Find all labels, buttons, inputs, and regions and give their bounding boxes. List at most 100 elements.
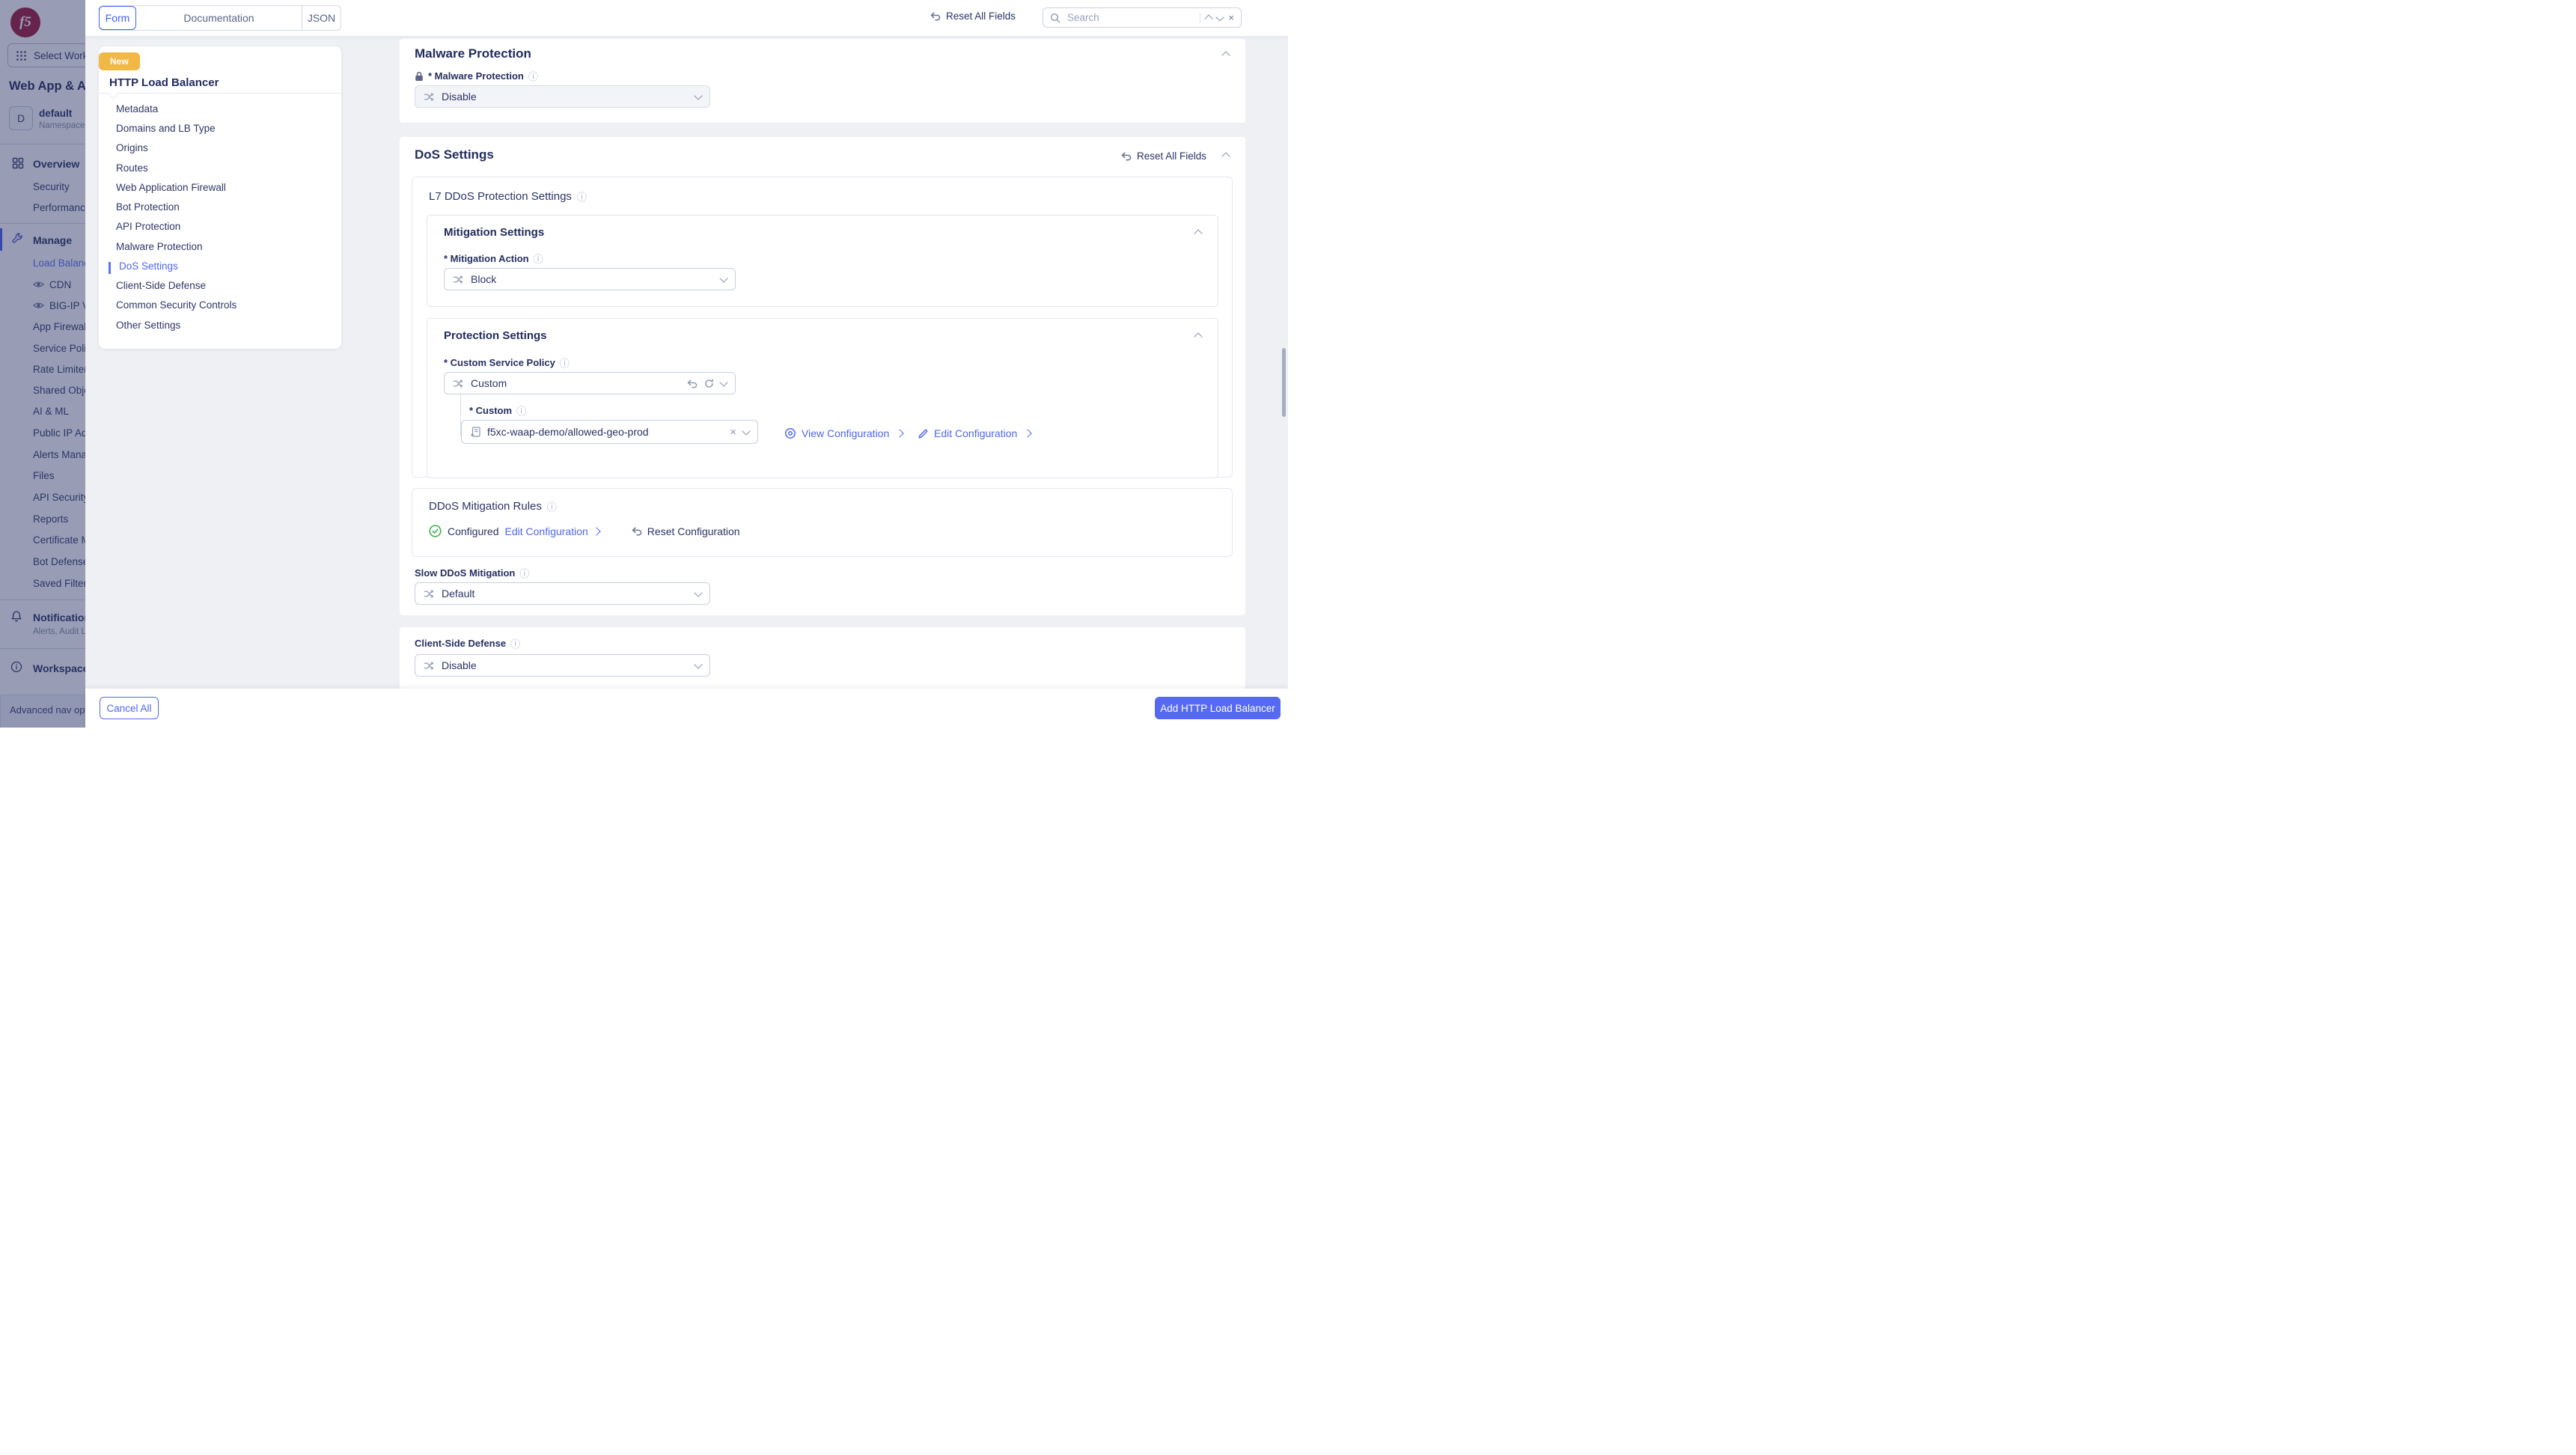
csd-select[interactable]: Disable: [415, 654, 710, 677]
undo-icon[interactable]: [686, 379, 698, 388]
tab-form[interactable]: Form: [99, 6, 136, 30]
info-icon[interactable]: ⓘ: [534, 251, 543, 266]
reference-object-icon: [470, 427, 480, 438]
refresh-icon[interactable]: [704, 379, 714, 388]
info-icon[interactable]: ⓘ: [528, 69, 538, 83]
mitigation-action-select[interactable]: Block: [444, 268, 736, 290]
csd-value: Disable: [442, 659, 689, 671]
rules-edit-configuration-label: Edit Configuration: [505, 525, 588, 537]
chevron-down-icon: [694, 91, 702, 100]
form-nav-card: New HTTP Load Balancer Metadata Domains …: [99, 46, 341, 349]
view-configuration-label: View Configuration: [802, 427, 889, 439]
info-icon[interactable]: ⓘ: [519, 566, 529, 580]
l7-ddos-title: L7 DDoS Protection Settings: [429, 190, 572, 203]
form-nav-item-common-security[interactable]: Common Security Controls: [116, 299, 236, 311]
form-nav-item-bot-protection[interactable]: Bot Protection: [116, 201, 180, 213]
dos-settings-section: DoS Settings Reset All Fields L7 DDoS Pr…: [400, 137, 1245, 615]
ddos-rules-title: DDoS Mitigation Rules: [429, 500, 542, 513]
page: f5 Select Workspace Web App & API Protec…: [0, 0, 1288, 728]
form-nav-item-client-side-defense[interactable]: Client-Side Defense: [116, 280, 206, 291]
form-nav-item-dos-settings[interactable]: DoS Settings: [119, 260, 178, 272]
custom-label: * Custom: [469, 405, 512, 416]
mitigation-settings-title: Mitigation Settings: [444, 226, 544, 239]
form-search-box: ×: [1043, 7, 1242, 28]
pencil-icon: [918, 428, 929, 439]
dos-reset-all-fields-button[interactable]: Reset All Fields: [1120, 150, 1206, 162]
clear-selection-icon[interactable]: ×: [730, 427, 736, 438]
undo-icon: [631, 526, 642, 536]
form-nav-item-routes[interactable]: Routes: [116, 162, 148, 174]
scrollbar-thumb[interactable]: [1282, 348, 1286, 417]
one-of-branch-icon: [453, 275, 464, 284]
form-nav-item-metadata[interactable]: Metadata: [116, 103, 158, 115]
form-header: Form Documentation JSON Reset All Fields…: [85, 0, 1288, 37]
tab-json[interactable]: JSON: [302, 6, 341, 30]
custom-service-policy-select[interactable]: Custom: [444, 372, 736, 394]
new-badge: New: [99, 52, 140, 70]
form-nav-title: HTTP Load Balancer: [109, 76, 219, 89]
info-icon[interactable]: ⓘ: [510, 636, 520, 650]
form-nav-active-indicator: [109, 262, 111, 274]
search-close-icon[interactable]: ×: [1228, 12, 1234, 23]
form-nav-item-waf[interactable]: Web Application Firewall: [116, 182, 226, 193]
rules-edit-configuration-link[interactable]: Edit Configuration: [505, 525, 599, 537]
collapse-notch-icon[interactable]: [108, 88, 120, 100]
info-icon[interactable]: ⓘ: [560, 356, 570, 370]
tab-documentation[interactable]: Documentation: [136, 6, 302, 30]
ddos-mitigation-rules-card: DDoS Mitigation Rules ⓘ Configured Edit …: [412, 488, 1233, 557]
chevron-down-icon: [742, 427, 750, 435]
info-icon[interactable]: ⓘ: [577, 189, 587, 204]
configured-check-icon: [429, 525, 442, 537]
slow-ddos-label: Slow DDoS Mitigation: [415, 567, 515, 579]
one-of-branch-icon: [424, 92, 435, 102]
malware-protection-section: Malware Protection * Malware Protection …: [400, 39, 1245, 123]
undo-icon: [1120, 151, 1132, 161]
form-nav-item-origins[interactable]: Origins: [116, 142, 148, 153]
malware-field-label: * Malware Protection: [428, 70, 524, 82]
view-configuration-link[interactable]: View Configuration: [784, 427, 903, 439]
search-icon: [1050, 13, 1060, 23]
collapse-section-icon[interactable]: [1221, 51, 1230, 59]
form-nav-divider: [99, 93, 341, 94]
slow-ddos-select[interactable]: Default: [415, 582, 710, 605]
custom-policy-ref-value: f5xc-waap-demo/allowed-geo-prod: [487, 426, 723, 438]
edit-configuration-link[interactable]: Edit Configuration: [918, 427, 1031, 439]
reset-all-fields-label: Reset All Fields: [946, 10, 1016, 22]
one-of-branch-icon: [453, 379, 464, 388]
http-lb-form-modal: Form Documentation JSON Reset All Fields…: [85, 0, 1288, 728]
modal-backdrop[interactable]: [0, 0, 85, 728]
info-icon[interactable]: ⓘ: [516, 403, 526, 418]
cancel-all-button[interactable]: Cancel All: [100, 697, 159, 719]
info-icon[interactable]: ⓘ: [547, 499, 557, 513]
dos-reset-all-label: Reset All Fields: [1137, 150, 1206, 162]
form-nav-item-malware-protection[interactable]: Malware Protection: [116, 241, 203, 252]
malware-section-title: Malware Protection: [415, 46, 531, 61]
one-of-branch-icon: [424, 661, 435, 671]
mitigation-settings-card: Mitigation Settings * Mitigation Action …: [427, 215, 1218, 307]
slow-ddos-value: Default: [442, 588, 689, 600]
chevron-down-icon: [694, 588, 702, 597]
add-http-load-balancer-button[interactable]: Add HTTP Load Balancer: [1155, 697, 1281, 719]
malware-protection-select[interactable]: Disable: [415, 85, 710, 108]
form-nav-item-other-settings[interactable]: Other Settings: [116, 320, 180, 331]
form-nav-item-api-protection[interactable]: API Protection: [116, 221, 180, 232]
reset-all-fields-button[interactable]: Reset All Fields: [930, 10, 1016, 22]
undo-icon: [930, 11, 941, 21]
chevron-down-icon: [719, 274, 727, 282]
search-next-icon[interactable]: [1216, 13, 1224, 21]
view-eye-icon: [784, 427, 796, 439]
custom-service-policy-value: Custom: [471, 377, 680, 389]
configured-status-label: Configured: [448, 525, 499, 537]
chevron-right-icon: [896, 429, 904, 437]
l7-ddos-card: L7 DDoS Protection Settings ⓘ Mitigation…: [412, 177, 1233, 478]
custom-policy-ref-select[interactable]: f5xc-waap-demo/allowed-geo-prod ×: [461, 420, 758, 444]
collapse-section-icon[interactable]: [1194, 229, 1202, 237]
collapse-section-icon[interactable]: [1221, 152, 1230, 160]
collapse-section-icon[interactable]: [1194, 332, 1202, 341]
search-prev-icon[interactable]: [1205, 14, 1213, 22]
rules-reset-configuration-button[interactable]: Reset Configuration: [631, 525, 740, 537]
one-of-branch-icon: [424, 589, 435, 599]
mitigation-action-value: Block: [471, 273, 714, 285]
search-input[interactable]: [1066, 11, 1194, 24]
form-nav-item-domains[interactable]: Domains and LB Type: [116, 123, 216, 134]
